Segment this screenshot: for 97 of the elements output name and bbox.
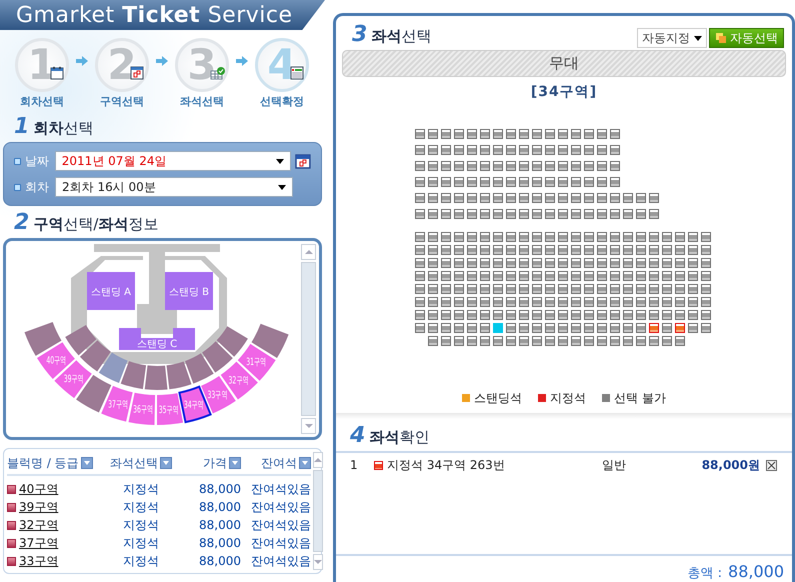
seat-icon xyxy=(374,460,383,470)
scroll-down-button[interactable] xyxy=(301,418,316,434)
seat-icon xyxy=(7,520,16,530)
legend-label: 스탠딩석 xyxy=(474,390,522,407)
block-link[interactable]: 39구역 xyxy=(19,498,58,516)
seat[interactable] xyxy=(675,323,685,334)
sort-icon[interactable] xyxy=(80,457,93,469)
scroll-up-button[interactable] xyxy=(301,244,316,260)
section-label: 34구역 xyxy=(184,400,217,411)
column-header[interactable]: 좌석선택 xyxy=(105,454,177,472)
seat-info: 지정석 34구역 263번 xyxy=(387,456,505,474)
seat-icon xyxy=(7,556,16,566)
table-cell-text: 지정석 xyxy=(122,498,160,516)
arrow-icon xyxy=(156,56,168,66)
section-label: 31구역 xyxy=(246,357,280,368)
service-title: Gmarket Ticket Service xyxy=(16,2,293,28)
sort-icon[interactable] xyxy=(160,457,172,469)
section-label: 32구역 xyxy=(228,376,262,387)
table-cell-text: 88,000 xyxy=(198,500,241,514)
block-link[interactable]: 37구역 xyxy=(19,534,58,552)
table-cell-text: 잔여석있음 xyxy=(250,498,311,516)
stage-bar: 무대 xyxy=(342,50,786,78)
table-cell-text: 지정석 xyxy=(122,534,160,552)
dropdown[interactable]: 2011년 07월 24일 xyxy=(54,151,292,171)
table-cell-text: 잔여석있음 xyxy=(250,516,311,534)
scroll-down-button[interactable] xyxy=(313,554,323,570)
step-label: 회차선택 xyxy=(20,94,64,109)
legend-label: 선택 불가 xyxy=(614,390,666,407)
table-cell-text: 88,000 xyxy=(198,518,241,532)
table-cell-text: 지정석 xyxy=(122,480,160,498)
item-number: 1 xyxy=(350,458,359,472)
standing-label: 스탠딩 C xyxy=(136,339,178,350)
step-number: 3 xyxy=(352,24,368,46)
step-circle: 3 xyxy=(175,38,229,92)
column-header[interactable]: 블럭명 / 등급 xyxy=(7,454,105,472)
ticket-grade: 일반 xyxy=(602,456,627,474)
table-cell-text: 지정석 xyxy=(122,552,160,570)
table-cell-text: 88,000 xyxy=(198,482,241,496)
arrow-icon xyxy=(76,56,88,66)
step-circle: 1 xyxy=(15,38,69,92)
standing-label: 스탠딩 B xyxy=(168,287,210,298)
step-label: 구역선택 xyxy=(100,94,144,109)
section-name: [34구역] xyxy=(530,83,598,102)
arrow-icon xyxy=(236,56,248,66)
table-cell-text: 88,000 xyxy=(198,554,241,568)
bullet-icon xyxy=(14,184,21,190)
scroll-up-button[interactable] xyxy=(313,452,323,468)
section-title: 좌석선택 xyxy=(371,27,432,46)
table-cell-text: 잔여석있음 xyxy=(250,534,311,552)
squares-icon xyxy=(715,32,727,44)
step-label: 좌석선택 xyxy=(180,94,224,109)
seat-icon xyxy=(7,538,16,548)
section-title: 구역선택/좌석정보 xyxy=(33,215,158,234)
section-title: 회차선택 xyxy=(33,119,94,138)
table-cell-text: 잔여석있음 xyxy=(250,480,311,498)
block-link[interactable]: 40구역 xyxy=(19,480,58,498)
column-header[interactable]: 가격 xyxy=(177,454,241,472)
calendar-icon xyxy=(50,66,64,80)
dropdown[interactable]: 2회차 16시 00분 xyxy=(55,177,293,197)
field-label: 회차 xyxy=(25,178,50,196)
block-link[interactable]: 32구역 xyxy=(19,516,58,534)
step-number: 1 xyxy=(14,116,30,138)
step-circle: 2 xyxy=(95,38,149,92)
step-number: 2 xyxy=(14,212,30,234)
scrollbar-track[interactable] xyxy=(301,262,316,416)
step-number: 4 xyxy=(350,424,366,447)
step-label: 선택확정 xyxy=(260,94,304,109)
table-icon xyxy=(290,66,304,80)
seat-icon xyxy=(7,484,16,494)
section-label: 40구역 xyxy=(46,355,80,366)
mode-dropdown[interactable]: 자동지정 xyxy=(637,28,707,48)
standing-area[interactable] xyxy=(165,272,213,310)
scrollbar-track[interactable] xyxy=(313,470,323,552)
column-header[interactable]: 잔여석 xyxy=(241,454,311,472)
standing-area[interactable] xyxy=(119,328,195,350)
table-cell-text: 88,000 xyxy=(198,536,241,550)
standing-label: 스탠딩 A xyxy=(90,287,132,298)
total-label: 총액 : xyxy=(688,565,722,582)
sort-icon[interactable] xyxy=(299,457,311,469)
table-cell-text: 잔여석있음 xyxy=(250,552,311,570)
block-link[interactable]: 33구역 xyxy=(19,552,58,570)
close-icon[interactable] xyxy=(766,460,777,471)
legend-label: 지정석 xyxy=(550,390,586,407)
bullet-icon xyxy=(14,158,21,164)
sort-icon[interactable] xyxy=(229,457,241,469)
seat-icon xyxy=(7,502,16,512)
standing-area[interactable] xyxy=(87,272,135,310)
table-cell-text: 지정석 xyxy=(122,516,160,534)
field-label: 날짜 xyxy=(24,152,50,170)
section-title: 좌석확인 xyxy=(369,428,430,447)
section-label: 39구역 xyxy=(64,374,97,386)
ticket-price: 88,000원 xyxy=(702,456,760,474)
calendar-icon[interactable] xyxy=(295,153,311,169)
section-block[interactable] xyxy=(157,393,184,425)
total-amount: 88,000 xyxy=(728,562,784,581)
section-label: 33구역 xyxy=(207,390,240,402)
seat[interactable] xyxy=(649,323,659,334)
